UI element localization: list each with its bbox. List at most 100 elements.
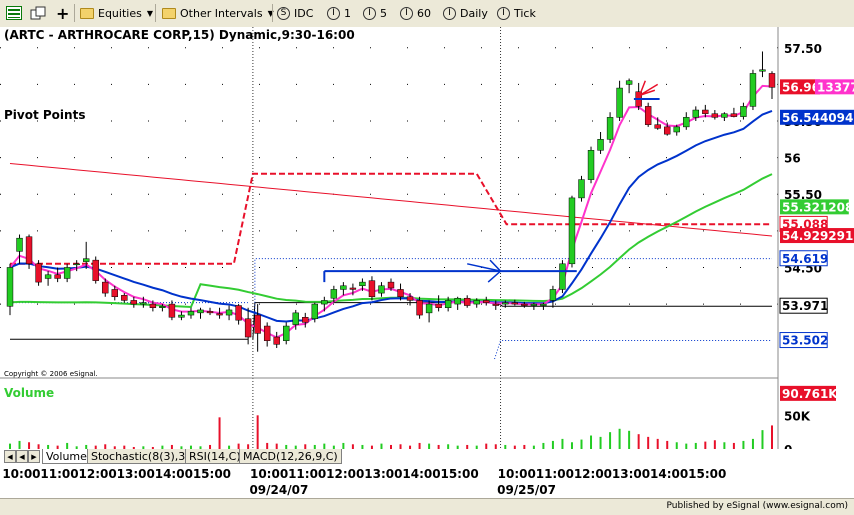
candle [521, 303, 528, 306]
interval-button-1[interactable]: I 1 [327, 4, 351, 22]
interval-button-5[interactable]: I 5 [363, 4, 387, 22]
candle [244, 318, 252, 338]
i-circle-icon: I [400, 6, 413, 20]
interval-button-60[interactable]: I 60 [400, 4, 431, 22]
candle [730, 113, 738, 117]
chart-grid-icon[interactable] [6, 4, 22, 22]
x-tick-label: 13:00 [364, 467, 403, 481]
candle [254, 314, 261, 334]
interval-button-tick[interactable]: I Tick [497, 4, 536, 22]
candle [16, 237, 23, 252]
candle [616, 87, 623, 118]
candle [111, 289, 118, 298]
add-icon[interactable]: + [56, 4, 69, 23]
link-chart-icon[interactable] [30, 4, 48, 22]
symbol-type-menu[interactable]: Equities ▼ [80, 4, 153, 22]
price-label: 54.9292915 [782, 229, 854, 243]
candle [302, 317, 309, 323]
candle [740, 106, 747, 117]
tab-macd[interactable]: MACD(12,26,9,C) [239, 449, 342, 464]
x-tick-label: 15:00 [440, 467, 479, 481]
i-circle-icon: I [497, 6, 510, 20]
candle [502, 302, 509, 305]
candle [168, 303, 176, 318]
x-tick-label: 12:00 [573, 467, 613, 481]
candle [82, 258, 90, 262]
candle [149, 303, 157, 308]
tab-volume[interactable]: Volume [42, 449, 91, 464]
interval-button-daily[interactable]: I Daily [443, 4, 488, 22]
candle [425, 303, 433, 314]
chart-area[interactable]: (ARTC - ARTHROCARE CORP,15) Dynamic,9:30… [0, 27, 854, 449]
price-label: 54.619 [782, 252, 828, 266]
candle [549, 289, 557, 301]
candle [44, 274, 52, 279]
candle [25, 236, 33, 265]
pivot-points-label: Pivot Points [4, 108, 85, 122]
x-tick-label: 11:00 [40, 467, 79, 481]
candle [283, 325, 290, 341]
candle [311, 303, 319, 319]
volume-tick-label: 50K [784, 409, 811, 423]
candle [397, 289, 404, 298]
candle [454, 297, 461, 305]
chevron-down-icon: ▼ [146, 8, 153, 18]
candle [263, 325, 271, 341]
x-axis: 10:00 11:00 12:00 13:00 14:00 15:00 10:00 11:00… [0, 465, 854, 498]
candle [130, 300, 138, 305]
candle [473, 300, 480, 305]
tab-stochastic[interactable]: Stochastic(8(3),3) [87, 449, 194, 464]
folder-icon [80, 7, 94, 19]
i-circle-icon: I [327, 6, 340, 20]
candle [349, 287, 357, 290]
scroll-left-icon[interactable]: ◀ [4, 450, 16, 463]
x-tick-label: 12:00 [326, 467, 365, 481]
candle [683, 117, 690, 128]
candle [359, 281, 366, 287]
folder-icon [162, 7, 176, 19]
footer: Published by eSignal (www.esignal.com) [0, 498, 854, 515]
candle [121, 295, 128, 301]
interval-button-idc[interactable]: S IDC [277, 4, 313, 22]
candle [321, 300, 328, 305]
price-label: 53.502 [782, 334, 828, 348]
candle [568, 197, 576, 265]
candle [235, 305, 242, 321]
interval-menu-label: Other Intervals [180, 6, 263, 20]
tab-rsi[interactable]: RSI(14,C) [185, 449, 245, 464]
candle [673, 126, 680, 133]
x-date-label: 09/25/07 [497, 483, 556, 497]
scroll-left-end-icon[interactable]: ◀ [16, 450, 28, 463]
candle [197, 309, 204, 314]
candle [702, 109, 709, 114]
candle [749, 73, 757, 107]
toolbar: + Equities ▼ Other Intervals ▼ S IDC I 1… [0, 0, 854, 28]
interval-button-label: Daily [460, 6, 488, 20]
price-label: 55.321208 [782, 200, 853, 214]
study-tabs: ◀ ◀ ▶ Volume Stochastic(8(3),3) RSI(14,C… [0, 449, 854, 465]
scroll-right-icon[interactable]: ▶ [28, 450, 40, 463]
candle [540, 303, 547, 306]
candle [416, 300, 423, 316]
candle [216, 313, 223, 316]
candle [178, 314, 185, 318]
candle [587, 150, 595, 180]
x-tick-label: 14:00 [402, 467, 441, 481]
i-circle-icon: I [443, 6, 456, 20]
candle [187, 311, 195, 316]
x-tick-label: 11:00 [288, 467, 327, 481]
candle [559, 263, 566, 290]
candle [330, 289, 338, 299]
interval-button-label: 5 [380, 6, 387, 20]
candle [721, 113, 728, 118]
x-date-label: 09/24/07 [249, 483, 309, 497]
x-tick-label: 10:00 [2, 467, 41, 481]
interval-menu[interactable]: Other Intervals ▼ [162, 4, 274, 22]
candle [102, 281, 109, 294]
x-tick-label: 10:00 [249, 467, 289, 481]
candle [206, 311, 214, 314]
candle [463, 297, 471, 306]
footer-text: Published by eSignal (www.esignal.com) [666, 501, 848, 511]
y-tick-label: 57.50 [784, 42, 822, 56]
candle [578, 179, 585, 199]
